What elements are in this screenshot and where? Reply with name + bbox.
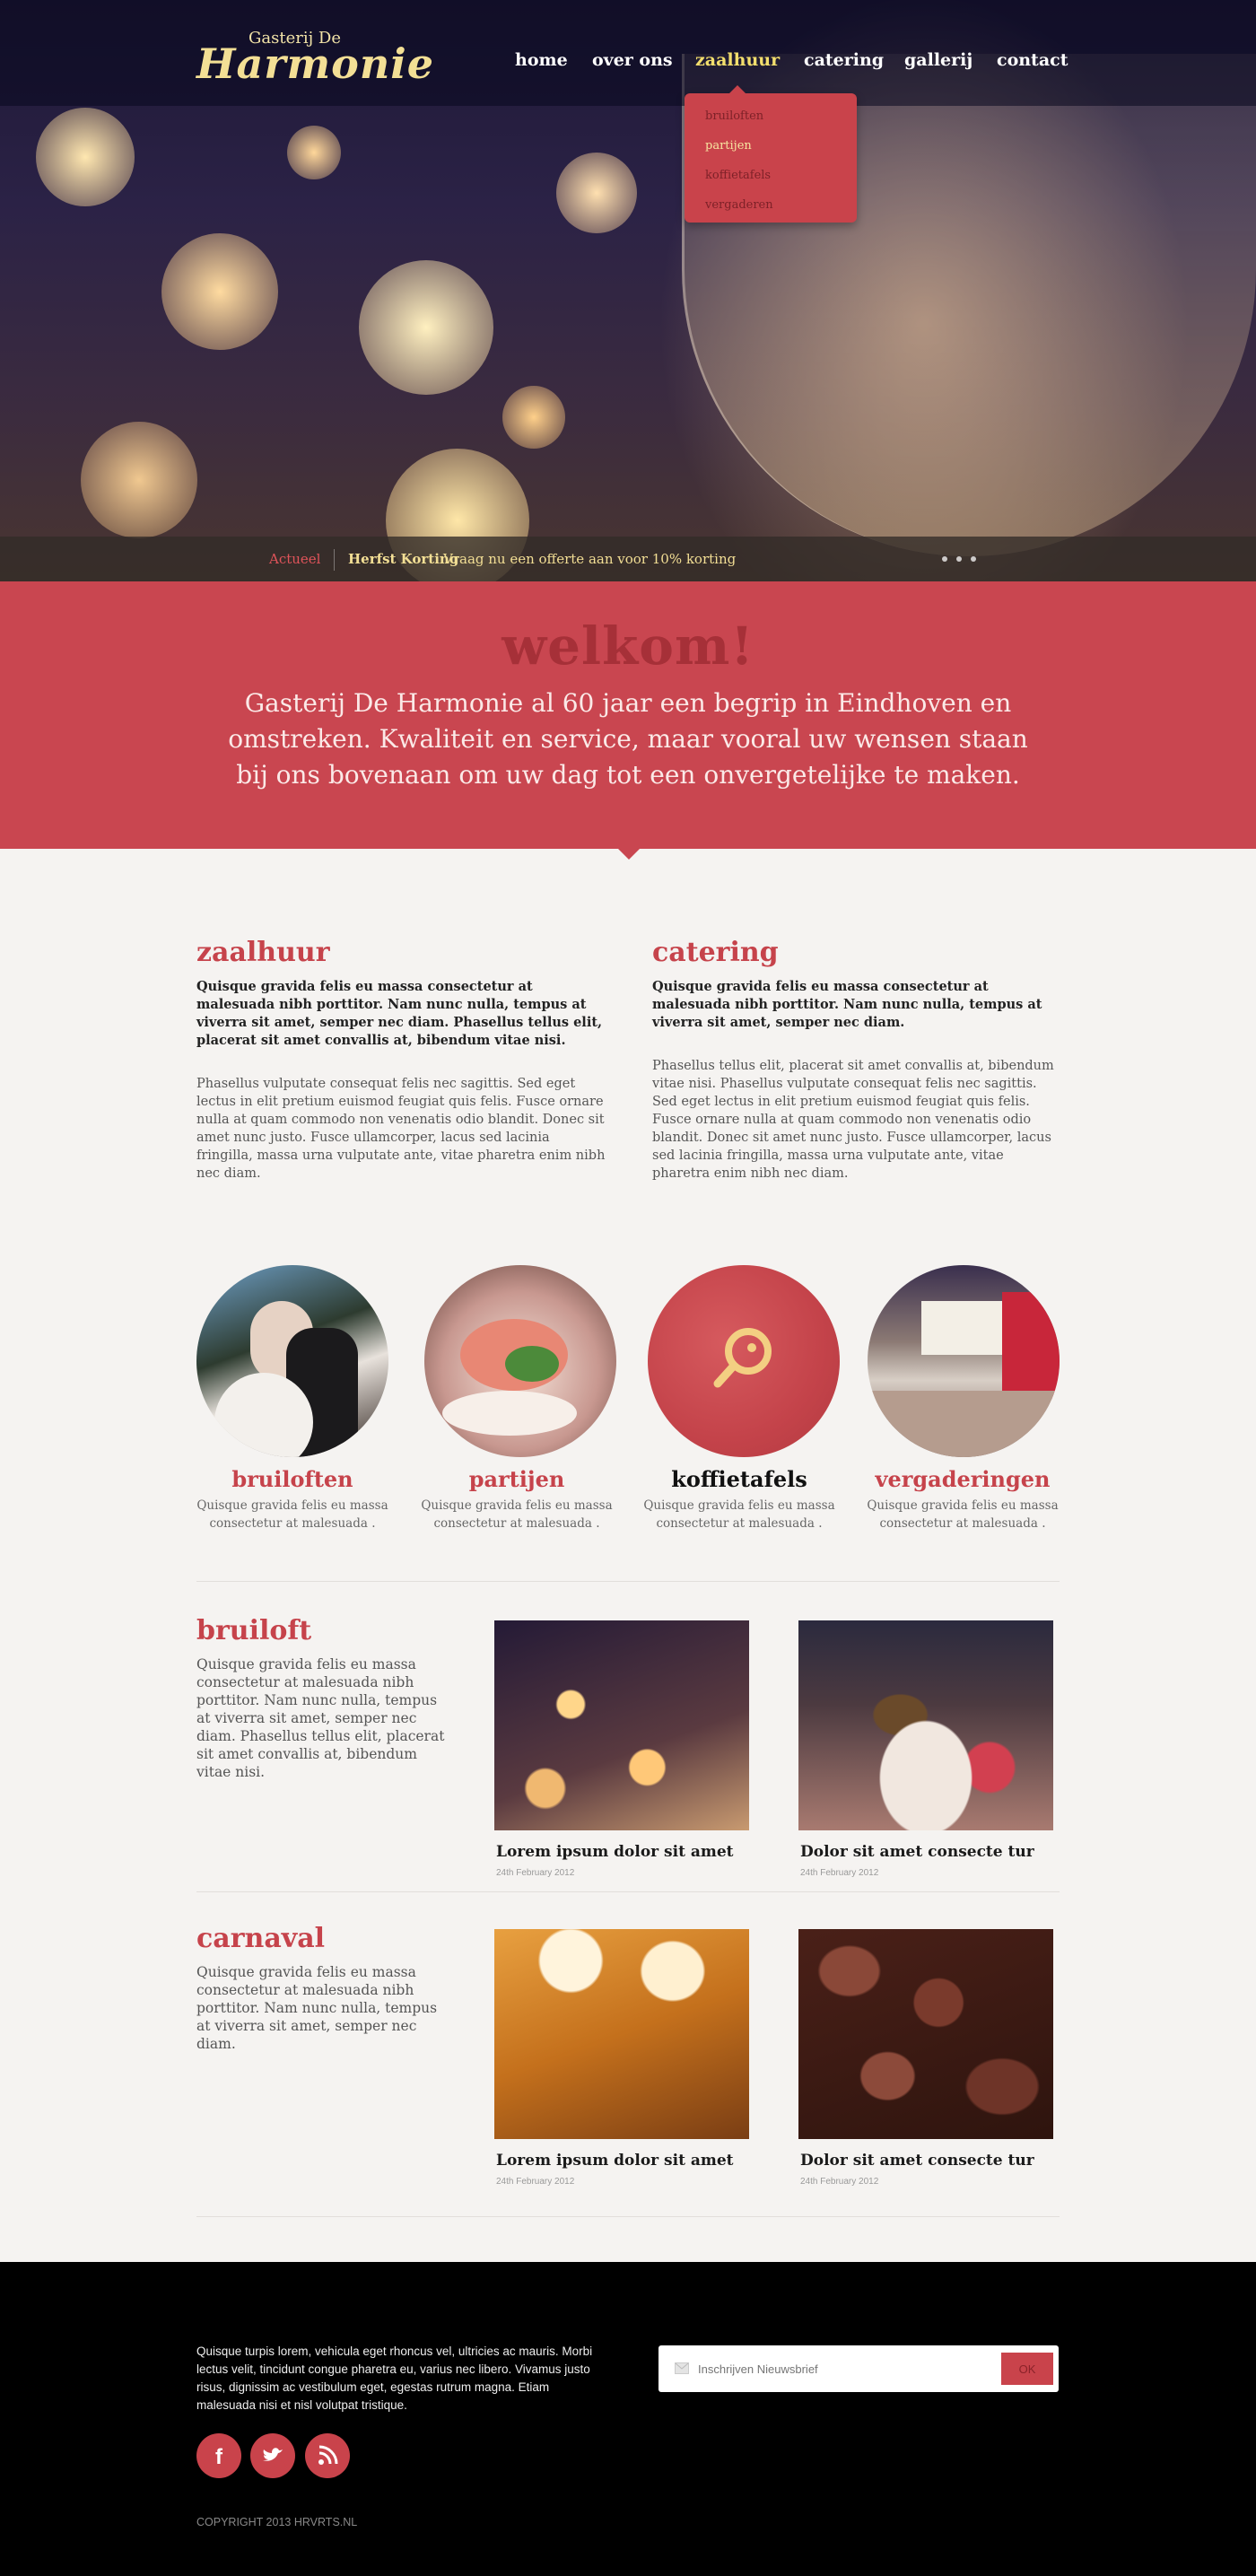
feature-title-koffietafels[interactable]: koffietafels [623,1466,856,1492]
article-card[interactable]: Dolor sit amet consecte tur 24th Februar… [797,1927,1053,2196]
article-card[interactable]: Lorem ipsum dolor sit amet 24th February… [493,1619,749,1888]
nav-zaalhuur[interactable]: zaalhuur [695,50,780,70]
bokeh-light [81,422,197,538]
card-date: 24th February 2012 [496,2177,575,2187]
slider-dot[interactable] [942,556,947,562]
feature-text-vergaderingen: Quisque gravida felis eu massa consectet… [867,1498,1059,1531]
welcome-section: welkom! Gasterij De Harmonie al 60 jaar … [0,581,1256,860]
facebook-button[interactable]: f [196,2433,241,2478]
card-image-coffee-beans [798,1929,1053,2139]
card-image-food [798,1620,1053,1830]
feature-text-koffietafels: Quisque gravida felis eu massa consectet… [643,1498,835,1531]
svg-text:f: f [215,2445,223,2469]
article-card[interactable]: Lorem ipsum dolor sit amet 24th February… [493,1927,749,2196]
zaalhuur-title: zaalhuur [196,937,330,968]
slider-dot[interactable] [971,556,976,562]
magnifier-icon [713,1328,772,1388]
hero-banner: Gasterij De Harmonie home over ons zaalh… [0,0,1256,581]
feature-image-partijen[interactable] [424,1265,616,1457]
feature-title-bruiloften[interactable]: bruiloften [176,1466,409,1492]
welcome-title: welkom! [502,616,754,677]
card-title[interactable]: Dolor sit amet consecte tur [800,1843,1034,1861]
copyright: COPYRIGHT 2013 HRVRTS.NL [196,2516,358,2528]
main-nav: home over ons zaalhuur catering gallerij… [0,50,1256,77]
card-date: 24th February 2012 [800,1868,879,1878]
bokeh-light [161,233,278,350]
ticker-title[interactable]: Herfst Korting [348,551,458,567]
card-title[interactable]: Lorem ipsum dolor sit amet [496,1843,734,1861]
card-date: 24th February 2012 [800,2177,879,2187]
catering-title: catering [652,937,779,968]
catering-body: Phasellus tellus elit, placerat sit amet… [652,1059,1054,1181]
footer-text: Quisque turpis lorem, vehicula eget rhon… [196,2345,593,2412]
top-bar: Gasterij De Harmonie home over ons zaalh… [0,0,1256,106]
twitter-icon [263,2448,283,2461]
feature-image-bruiloften[interactable] [196,1265,388,1457]
slider-dot[interactable] [956,556,962,562]
nav-home[interactable]: home [515,50,568,70]
dropdown-item-partijen[interactable]: partijen [705,139,752,153]
bokeh-light [359,260,493,395]
card-date: 24th February 2012 [496,1868,575,1878]
dropdown-item-bruiloften[interactable]: bruiloften [705,109,763,123]
newsletter-input[interactable] [698,2356,994,2381]
bruiloft-title: bruiloft [196,1615,312,1646]
bokeh-light [287,126,341,179]
feature-image-vergaderingen[interactable] [868,1265,1060,1457]
nav-over-ons[interactable]: over ons [592,50,673,70]
card-title[interactable]: Lorem ipsum dolor sit amet [496,2152,734,2170]
rss-icon [318,2445,338,2465]
catering-lead: Quisque gravida felis eu massa consectet… [652,979,1042,1030]
news-ticker: Actueel Herfst Korting Vraag nu een offe… [0,537,1256,581]
feature-text-bruiloften: Quisque gravida felis eu massa consectet… [196,1498,388,1531]
nav-catering[interactable]: catering [804,50,884,70]
zaalhuur-body: Phasellus vulputate consequat felis nec … [196,1077,606,1181]
feature-title-vergaderingen[interactable]: vergaderingen [846,1466,1079,1492]
card-image-champagne [494,1620,749,1830]
newsletter-form: OK [659,2345,1059,2392]
facebook-icon: f [215,2445,223,2469]
carnaval-text: Quisque gravida felis eu massa consectet… [196,1964,438,2052]
bokeh-light [556,153,637,233]
card-image-beer [494,1929,749,2139]
nav-gallerij[interactable]: gallerij [904,50,973,70]
feature-text-partijen: Quisque gravida felis eu massa consectet… [421,1498,613,1531]
rss-button[interactable] [305,2433,350,2478]
ticker-divider [334,549,335,571]
newsletter-submit-button[interactable]: OK [1001,2353,1053,2385]
footer: Quisque turpis lorem, vehicula eget rhon… [0,2262,1256,2576]
bokeh-light [36,108,135,206]
card-title[interactable]: Dolor sit amet consecte tur [800,2152,1034,2170]
carnaval-title: carnaval [196,1923,326,1954]
dropdown-item-vergaderen[interactable]: vergaderen [705,198,773,212]
ticker-tag[interactable]: Actueel [269,551,320,567]
welcome-text: Gasterij De Harmonie al 60 jaar een begr… [228,688,1028,790]
divider [196,1581,1060,1582]
bruiloft-text: Quisque gravida felis eu massa consectet… [196,1656,445,1780]
feature-image-koffietafels[interactable] [648,1265,840,1457]
ticker-text: Vraag nu een offerte aan voor 10% kortin… [443,551,737,567]
divider [196,2216,1060,2217]
twitter-button[interactable] [250,2433,295,2478]
nav-contact[interactable]: contact [997,50,1068,70]
zaalhuur-lead: Quisque gravida felis eu massa consectet… [196,979,603,1048]
bokeh-light [502,386,565,449]
feature-title-partijen[interactable]: partijen [400,1466,633,1492]
divider [196,1891,1060,1892]
dropdown-item-koffietafels[interactable]: koffietafels [705,169,771,182]
zaalhuur-dropdown: bruiloften partijen koffietafels vergade… [685,85,857,223]
mail-icon [675,2362,689,2374]
article-card[interactable]: Dolor sit amet consecte tur 24th Februar… [797,1619,1053,1888]
